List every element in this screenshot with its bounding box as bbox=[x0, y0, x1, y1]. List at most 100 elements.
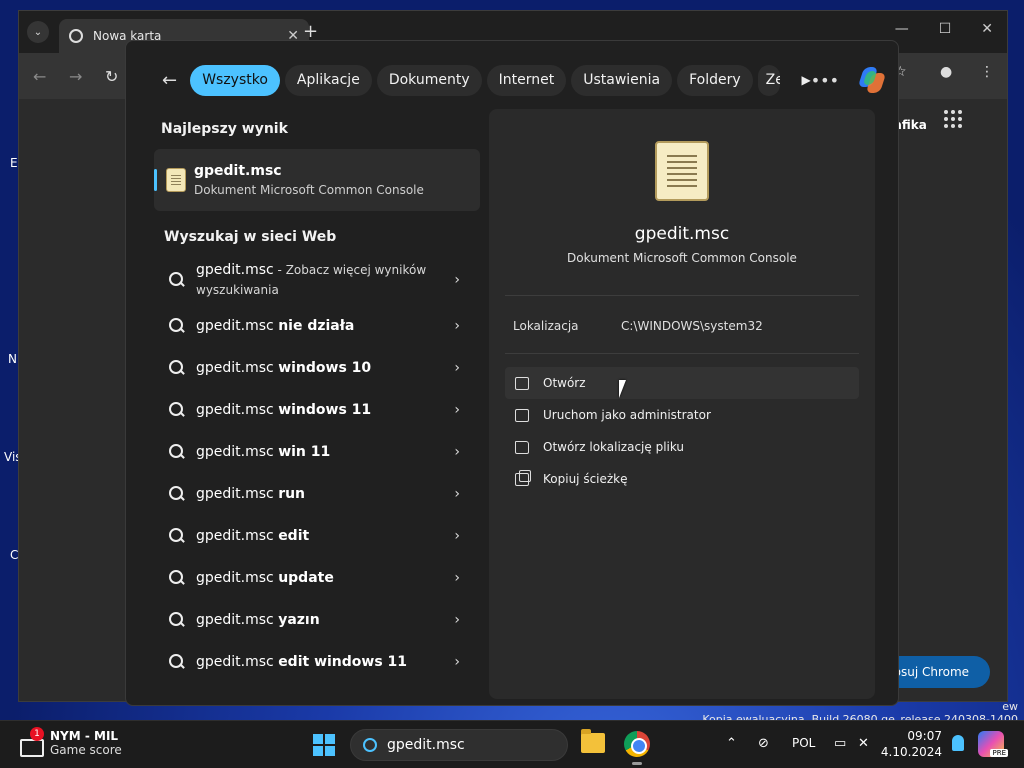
suggestion-text: gpedit.msc win 11 bbox=[196, 444, 331, 460]
window-controls: — ☐ ✕ bbox=[895, 21, 993, 37]
chrome-taskbar-icon[interactable] bbox=[624, 731, 650, 757]
chevron-right-icon: › bbox=[454, 486, 460, 502]
divider bbox=[505, 353, 859, 354]
desktop-icon-label[interactable]: E bbox=[10, 156, 18, 170]
web-suggestion[interactable]: gpedit.msc nie działa › bbox=[154, 305, 480, 347]
filter-more-clipped[interactable]: Ze bbox=[757, 64, 781, 96]
filter-apps[interactable]: Aplikacje bbox=[284, 64, 372, 96]
filter-documents[interactable]: Dokumenty bbox=[376, 64, 482, 96]
search-icon bbox=[168, 317, 186, 335]
folder-icon bbox=[515, 440, 529, 454]
reload-icon[interactable]: ↻ bbox=[105, 67, 118, 86]
filter-settings[interactable]: Ustawienia bbox=[571, 64, 673, 96]
suggestion-text: gpedit.msc - Zobacz więcej wyników wyszu… bbox=[196, 262, 427, 297]
google-apps-icon[interactable] bbox=[944, 110, 962, 128]
open-action[interactable]: Otwórz bbox=[505, 367, 859, 399]
best-match-title: gpedit.msc bbox=[194, 163, 282, 179]
web-suggestion[interactable]: gpedit.msc yazın › bbox=[154, 599, 480, 641]
forward-arrow-icon[interactable]: → bbox=[69, 67, 82, 86]
search-icon bbox=[168, 527, 186, 545]
mouse-cursor-icon bbox=[619, 380, 626, 398]
chevron-right-icon: › bbox=[454, 528, 460, 544]
chevron-right-icon: › bbox=[454, 360, 460, 376]
copy-path-action[interactable]: Kopiuj ścieżkę bbox=[505, 463, 859, 495]
chevron-right-icon: › bbox=[454, 402, 460, 418]
chevron-right-icon: › bbox=[454, 272, 460, 288]
web-suggestion[interactable]: gpedit.msc - Zobacz więcej wyników wyszu… bbox=[154, 255, 480, 305]
pre-badge: PRE bbox=[990, 749, 1008, 757]
search-icon bbox=[168, 653, 186, 671]
file-explorer-icon[interactable] bbox=[581, 729, 605, 753]
desktop-icon-label[interactable]: N bbox=[8, 352, 17, 366]
minimize-icon[interactable]: — bbox=[895, 21, 909, 37]
chevron-up-icon[interactable]: ⌃ bbox=[726, 736, 737, 751]
search-icon bbox=[168, 359, 186, 377]
chevron-right-icon: › bbox=[454, 318, 460, 334]
best-match-result[interactable]: gpedit.msc Dokument Microsoft Common Con… bbox=[154, 149, 480, 211]
location-label: Lokalizacja bbox=[513, 319, 579, 333]
chevron-right-icon: › bbox=[454, 444, 460, 460]
chevron-right-icon: › bbox=[454, 612, 460, 628]
results-column: Najlepszy wynik gpedit.msc Dokument Micr… bbox=[154, 121, 480, 683]
input-language[interactable]: POL bbox=[792, 736, 815, 750]
search-icon bbox=[168, 271, 186, 289]
search-icon bbox=[168, 443, 186, 461]
more-options-icon[interactable]: ••• bbox=[811, 71, 839, 90]
web-suggestions-list: gpedit.msc - Zobacz więcej wyników wyszu… bbox=[154, 255, 480, 683]
suggestion-text: gpedit.msc run bbox=[196, 486, 306, 502]
suggestion-text: gpedit.msc edit bbox=[196, 528, 310, 544]
suggestion-text: gpedit.msc edit windows 11 bbox=[196, 654, 408, 670]
web-suggestion[interactable]: gpedit.msc edit windows 11 › bbox=[154, 641, 480, 683]
chrome-favicon-icon bbox=[69, 29, 83, 43]
msc-document-icon bbox=[166, 168, 186, 192]
tab-search-chevron-icon[interactable]: ⌄ bbox=[27, 21, 49, 43]
filter-folders[interactable]: Foldery bbox=[677, 64, 753, 96]
web-suggestion[interactable]: gpedit.msc run › bbox=[154, 473, 480, 515]
search-filter-bar: ← Wszystko Aplikacje Dokumenty Internet … bbox=[162, 63, 887, 97]
action-label: Otwórz lokalizację pliku bbox=[543, 440, 685, 454]
suggestion-text: gpedit.msc windows 10 bbox=[196, 360, 372, 376]
close-icon[interactable]: ✕ bbox=[981, 21, 993, 37]
filter-web[interactable]: Internet bbox=[486, 64, 567, 96]
suggestion-text: gpedit.msc yazın bbox=[196, 612, 320, 628]
detail-actions: Otwórz Uruchom jako administrator Otwórz… bbox=[505, 367, 859, 495]
web-suggestion[interactable]: gpedit.msc windows 11 › bbox=[154, 389, 480, 431]
clock[interactable]: 09:07 4.10.2024 bbox=[881, 728, 942, 760]
volume-muted-icon[interactable]: ✕ bbox=[858, 736, 869, 751]
web-suggestion[interactable]: gpedit.msc update › bbox=[154, 557, 480, 599]
scroll-filters-play-icon[interactable]: ▶ bbox=[801, 73, 810, 87]
search-icon bbox=[168, 401, 186, 419]
copilot-icon[interactable] bbox=[857, 65, 887, 95]
widget-subtitle: Game score bbox=[50, 743, 122, 757]
notifications-bell-icon[interactable] bbox=[952, 735, 964, 751]
back-arrow-icon[interactable]: ← bbox=[33, 67, 46, 86]
divider bbox=[505, 295, 859, 296]
chevron-right-icon: › bbox=[454, 654, 460, 670]
start-search-panel: ← Wszystko Aplikacje Dokumenty Internet … bbox=[125, 40, 899, 706]
web-suggestion[interactable]: gpedit.msc edit › bbox=[154, 515, 480, 557]
location-value: C:\WINDOWS\system32 bbox=[621, 319, 763, 333]
open-file-location-action[interactable]: Otwórz lokalizację pliku bbox=[505, 431, 859, 463]
search-icon bbox=[168, 611, 186, 629]
maximize-icon[interactable]: ☐ bbox=[939, 21, 952, 37]
web-suggestion[interactable]: gpedit.msc windows 10 › bbox=[154, 347, 480, 389]
widget-title: NYM - MIL bbox=[50, 729, 119, 743]
web-suggestion[interactable]: gpedit.msc win 11 › bbox=[154, 431, 480, 473]
start-windows-icon[interactable] bbox=[313, 734, 335, 756]
search-icon bbox=[363, 738, 377, 752]
suggestion-text: gpedit.msc nie działa bbox=[196, 318, 355, 334]
clock-time: 09:07 bbox=[907, 729, 942, 743]
suggestion-text: gpedit.msc windows 11 bbox=[196, 402, 372, 418]
profile-icon[interactable]: ● bbox=[940, 64, 952, 80]
taskbar-search-box[interactable]: gpedit.msc bbox=[350, 729, 568, 761]
filter-all[interactable]: Wszystko bbox=[190, 64, 280, 96]
notification-badge: 1 bbox=[30, 727, 44, 741]
back-arrow-icon[interactable]: ← bbox=[162, 70, 180, 91]
run-as-admin-action[interactable]: Uruchom jako administrator bbox=[505, 399, 859, 431]
active-app-indicator bbox=[632, 762, 642, 765]
chrome-menu-icon[interactable]: ⋮ bbox=[980, 64, 994, 80]
new-tab-icon[interactable]: + bbox=[303, 21, 318, 42]
display-icon[interactable]: ▭ bbox=[834, 736, 846, 751]
no-network-icon[interactable]: ⊘ bbox=[758, 736, 769, 751]
taskbar: NYM - MIL Game score 1 gpedit.msc ⌃ ⊘ PO… bbox=[0, 720, 1024, 768]
